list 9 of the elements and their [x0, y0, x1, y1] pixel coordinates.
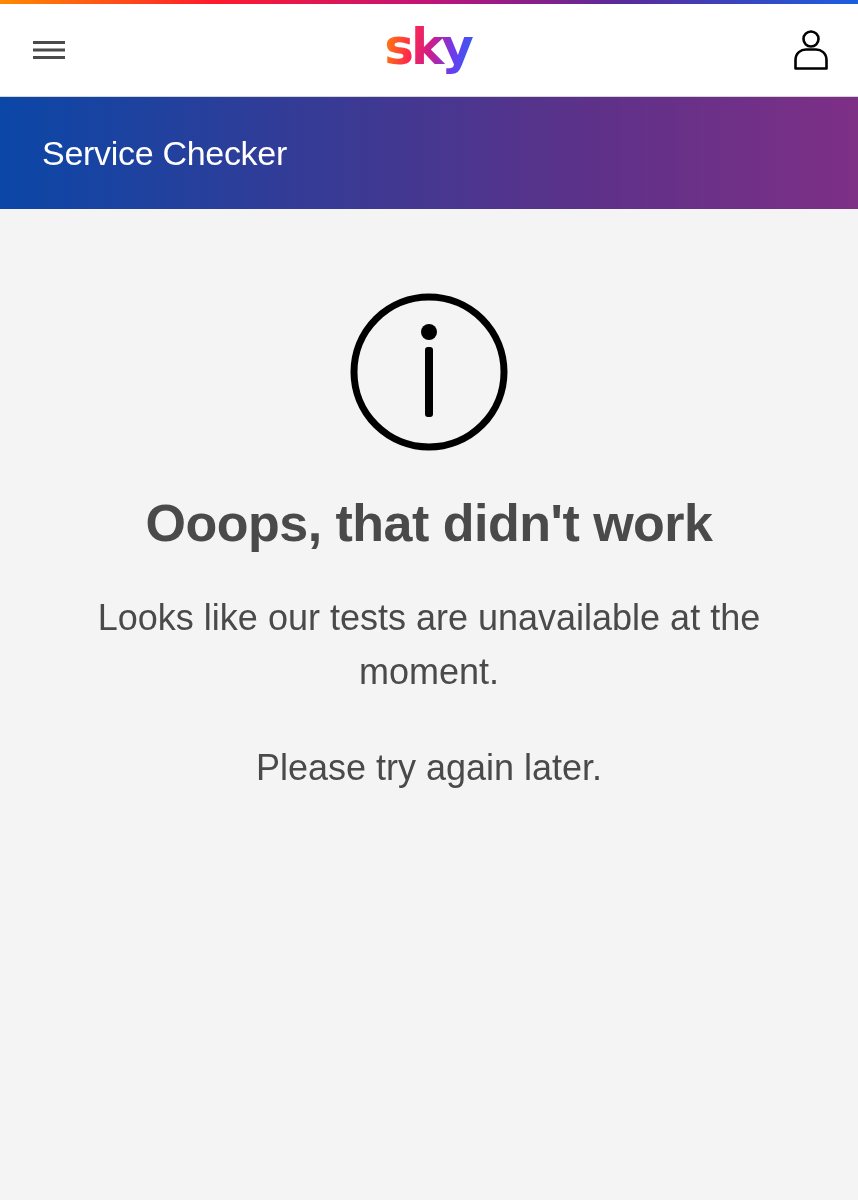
page-title: Service Checker: [42, 133, 287, 173]
error-heading: Ooops, that didn't work: [145, 493, 713, 553]
message-text: Looks like our tests are unavailable at the moment.: [96, 596, 762, 694]
info-icon: [350, 293, 508, 451]
menu-button[interactable]: [33, 41, 65, 59]
account-button[interactable]: [794, 30, 828, 70]
message-text: Please try again later.: [255, 746, 603, 790]
person-icon: [794, 30, 828, 70]
menu-icon: [33, 41, 65, 59]
